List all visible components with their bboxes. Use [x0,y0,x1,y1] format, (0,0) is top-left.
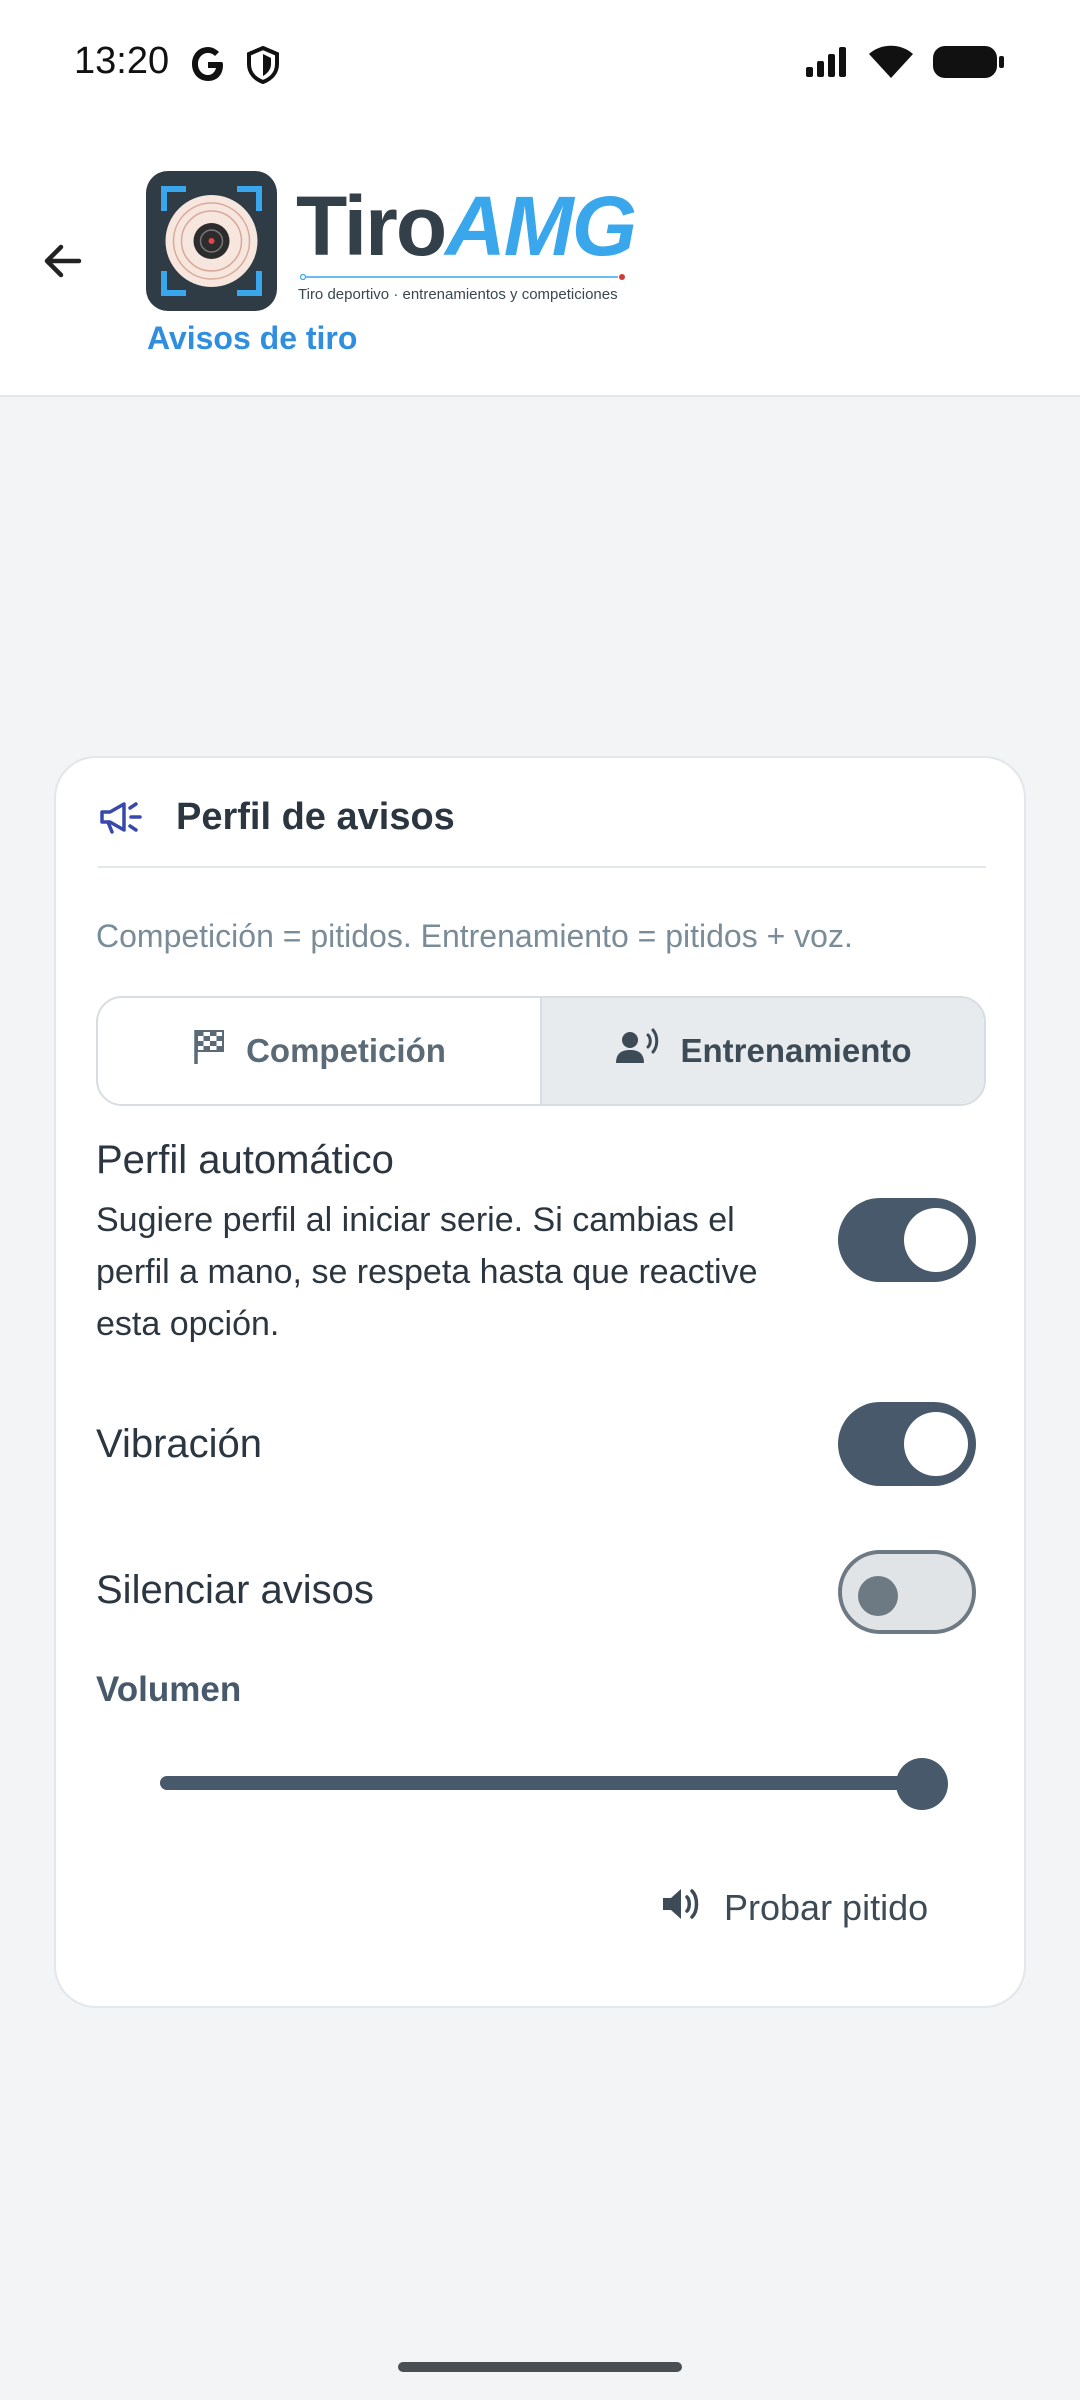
back-button[interactable] [30,228,96,294]
card-title: Perfil de avisos [176,796,455,838]
person-voice-icon [614,1027,660,1075]
alerts-profile-card: Perfil de avisos Competición = pitidos. … [54,756,1026,2008]
signal-icon [804,45,850,84]
volume-label: Volumen [96,1670,242,1709]
target-logo-icon [146,171,277,311]
vibration-switch[interactable] [838,1402,976,1486]
home-indicator[interactable] [398,2362,682,2372]
segment-competicion-label: Competición [246,1032,446,1069]
status-time: 13:20 [74,40,170,82]
profile-segmented-control: Competición Entrenamiento [96,996,986,1106]
card-description: Competición = pitidos. Entrenamiento = p… [96,918,853,954]
page-subtitle: Avisos de tiro [147,320,358,356]
switch-knob [858,1576,898,1616]
switch-knob [904,1412,968,1476]
vibration-title: Vibración [96,1422,263,1466]
shield-icon [246,45,280,89]
auto-profile-switch[interactable] [838,1198,976,1282]
volume-slider-track[interactable] [160,1776,926,1790]
switch-knob [904,1208,968,1272]
test-beep-button[interactable]: Probar pitido [660,1868,928,1948]
volume-slider-thumb[interactable] [896,1758,948,1810]
card-header: Perfil de avisos [98,794,986,868]
segment-entrenamiento[interactable]: Entrenamiento [540,998,984,1104]
segment-entrenamiento-label: Entrenamiento [680,1032,912,1069]
wifi-icon [868,44,914,85]
app-bar: TiroAMG Tiro deportivo · entrenamientos … [0,130,1080,397]
checkered-flag-icon [192,1028,226,1074]
test-beep-label: Probar pitido [724,1887,929,1928]
logo-underline [300,274,625,280]
auto-profile-description: Sugiere perfil al iniciar serie. Si camb… [96,1201,758,1343]
segment-competicion[interactable]: Competición [98,998,540,1104]
status-bar: 13:20 [0,0,1080,130]
status-right-icons [804,44,1006,85]
logo-tagline: Tiro deportivo · entrenamientos y compet… [298,286,618,303]
google-icon [188,44,228,89]
arrow-back-icon [44,244,82,278]
megaphone-icon [98,796,146,845]
mute-switch[interactable] [838,1550,976,1634]
auto-profile-title: Perfil automático [96,1138,394,1182]
logo-wordmark: TiroAMG [296,179,637,273]
mute-title: Silenciar avisos [96,1568,374,1612]
volume-icon [660,1884,702,1933]
battery-icon [932,45,1006,84]
